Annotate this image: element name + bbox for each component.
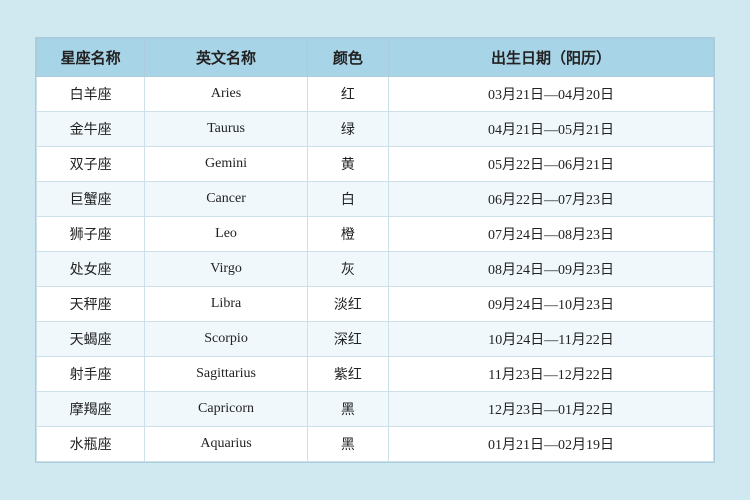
cell-chinese: 狮子座: [37, 217, 145, 252]
cell-english: Aquarius: [145, 427, 307, 462]
cell-date: 04月21日—05月21日: [389, 112, 714, 147]
cell-color: 紫红: [307, 357, 388, 392]
cell-color: 灰: [307, 252, 388, 287]
table-row: 摩羯座Capricorn黑12月23日—01月22日: [37, 392, 714, 427]
cell-english: Gemini: [145, 147, 307, 182]
cell-color: 绿: [307, 112, 388, 147]
cell-color: 黑: [307, 392, 388, 427]
table-row: 巨蟹座Cancer白06月22日—07月23日: [37, 182, 714, 217]
cell-date: 10月24日—11月22日: [389, 322, 714, 357]
table-header-row: 星座名称 英文名称 颜色 出生日期（阳历）: [37, 39, 714, 77]
table-body: 白羊座Aries红03月21日—04月20日金牛座Taurus绿04月21日—0…: [37, 77, 714, 462]
header-color: 颜色: [307, 39, 388, 77]
cell-english: Virgo: [145, 252, 307, 287]
cell-date: 06月22日—07月23日: [389, 182, 714, 217]
cell-english: Cancer: [145, 182, 307, 217]
cell-english: Capricorn: [145, 392, 307, 427]
cell-color: 橙: [307, 217, 388, 252]
table-row: 白羊座Aries红03月21日—04月20日: [37, 77, 714, 112]
cell-chinese: 金牛座: [37, 112, 145, 147]
cell-chinese: 白羊座: [37, 77, 145, 112]
cell-date: 03月21日—04月20日: [389, 77, 714, 112]
cell-chinese: 水瓶座: [37, 427, 145, 462]
header-english: 英文名称: [145, 39, 307, 77]
cell-date: 08月24日—09月23日: [389, 252, 714, 287]
table-row: 射手座Sagittarius紫红11月23日—12月22日: [37, 357, 714, 392]
table-row: 狮子座Leo橙07月24日—08月23日: [37, 217, 714, 252]
cell-color: 白: [307, 182, 388, 217]
cell-chinese: 摩羯座: [37, 392, 145, 427]
table-row: 处女座Virgo灰08月24日—09月23日: [37, 252, 714, 287]
cell-english: Leo: [145, 217, 307, 252]
header-chinese: 星座名称: [37, 39, 145, 77]
cell-date: 12月23日—01月22日: [389, 392, 714, 427]
cell-chinese: 天蝎座: [37, 322, 145, 357]
zodiac-table-container: 星座名称 英文名称 颜色 出生日期（阳历） 白羊座Aries红03月21日—04…: [35, 37, 715, 463]
cell-color: 黑: [307, 427, 388, 462]
cell-date: 11月23日—12月22日: [389, 357, 714, 392]
cell-english: Taurus: [145, 112, 307, 147]
cell-english: Sagittarius: [145, 357, 307, 392]
table-row: 水瓶座Aquarius黑01月21日—02月19日: [37, 427, 714, 462]
cell-color: 红: [307, 77, 388, 112]
cell-english: Scorpio: [145, 322, 307, 357]
cell-date: 01月21日—02月19日: [389, 427, 714, 462]
table-row: 金牛座Taurus绿04月21日—05月21日: [37, 112, 714, 147]
table-row: 双子座Gemini黄05月22日—06月21日: [37, 147, 714, 182]
table-row: 天秤座Libra淡红09月24日—10月23日: [37, 287, 714, 322]
cell-chinese: 双子座: [37, 147, 145, 182]
cell-english: Aries: [145, 77, 307, 112]
cell-chinese: 巨蟹座: [37, 182, 145, 217]
cell-color: 淡红: [307, 287, 388, 322]
header-date: 出生日期（阳历）: [389, 39, 714, 77]
cell-date: 05月22日—06月21日: [389, 147, 714, 182]
cell-chinese: 天秤座: [37, 287, 145, 322]
cell-english: Libra: [145, 287, 307, 322]
cell-color: 深红: [307, 322, 388, 357]
cell-date: 07月24日—08月23日: [389, 217, 714, 252]
cell-chinese: 处女座: [37, 252, 145, 287]
zodiac-table: 星座名称 英文名称 颜色 出生日期（阳历） 白羊座Aries红03月21日—04…: [36, 38, 714, 462]
cell-date: 09月24日—10月23日: [389, 287, 714, 322]
cell-color: 黄: [307, 147, 388, 182]
cell-chinese: 射手座: [37, 357, 145, 392]
table-row: 天蝎座Scorpio深红10月24日—11月22日: [37, 322, 714, 357]
